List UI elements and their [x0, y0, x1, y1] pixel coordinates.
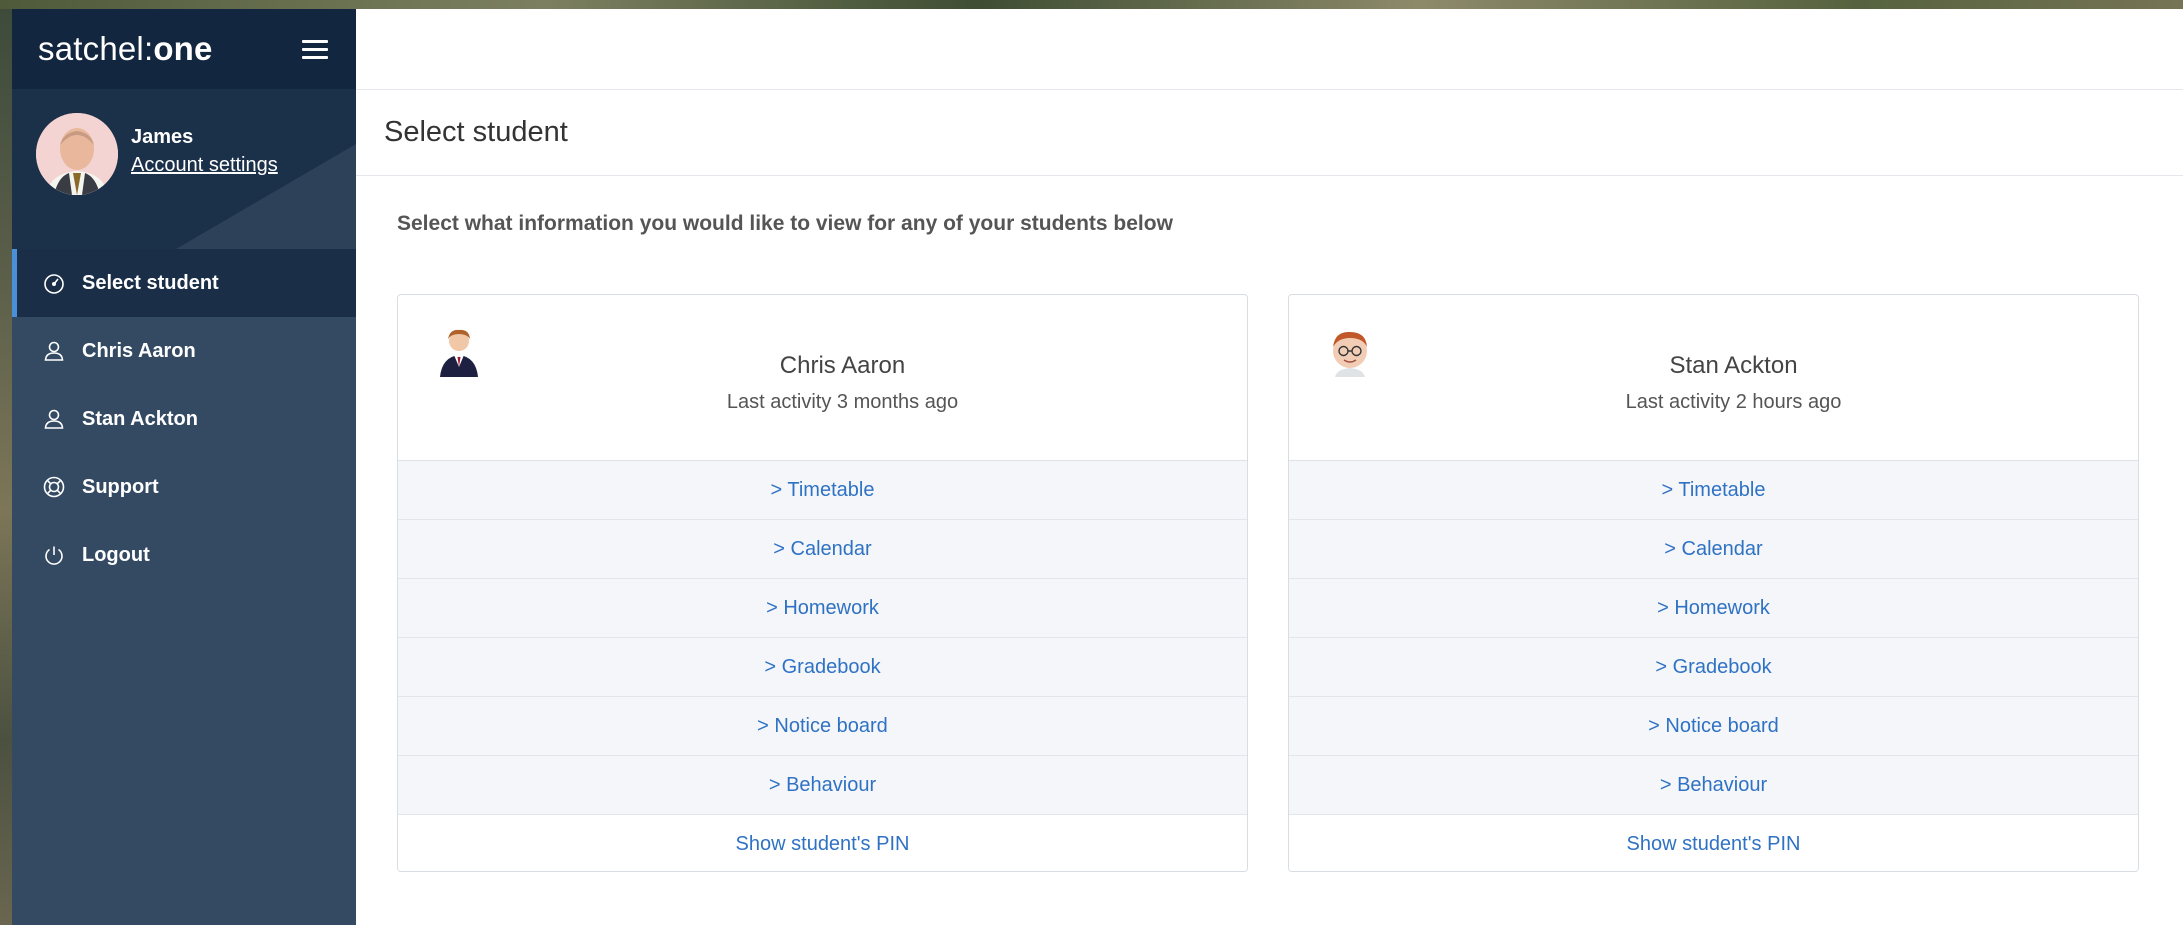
main-content: Select student Select what information y…: [356, 9, 2183, 925]
user-name: James: [131, 126, 194, 148]
student-last-activity: Last activity 2 hours ago: [1625, 391, 1842, 413]
behaviour-link[interactable]: > Behaviour: [398, 756, 1247, 815]
background-photo-top: [0, 0, 2183, 9]
sidebar-item-label: Chris Aaron: [82, 339, 196, 362]
notice-board-link[interactable]: > Notice board: [398, 697, 1247, 756]
student-card-chris-aaron: Chris Aaron Last activity 3 months ago >…: [397, 294, 1248, 872]
lifebuoy-icon: [42, 475, 66, 499]
behaviour-link[interactable]: > Behaviour: [1289, 756, 2138, 815]
brand-bar: satchel:one: [12, 9, 356, 89]
background-photo-left: [0, 0, 12, 925]
menu-toggle-icon[interactable]: [302, 39, 328, 59]
user-icon: [42, 339, 66, 363]
show-pin-link[interactable]: Show student's PIN: [1289, 815, 2138, 871]
student-card-header: Chris Aaron Last activity 3 months ago: [398, 295, 1247, 461]
logo[interactable]: satchel:one: [38, 30, 213, 68]
calendar-link[interactable]: > Calendar: [1289, 520, 2138, 579]
notice-board-link[interactable]: > Notice board: [1289, 697, 2138, 756]
power-icon: [42, 543, 66, 567]
user-icon: [42, 407, 66, 431]
student-card-header: Stan Ackton Last activity 2 hours ago: [1289, 295, 2138, 461]
user-avatar: [36, 113, 118, 195]
sidebar-nav: Select student Chris Aaron Stan Ackton S…: [12, 249, 356, 589]
dashboard-icon: [42, 271, 66, 295]
intro-text: Select what information you would like t…: [397, 212, 1173, 235]
student-name: Stan Ackton: [1669, 352, 1798, 379]
page-header: Select student: [356, 90, 2183, 176]
show-pin-link[interactable]: Show student's PIN: [398, 815, 1247, 871]
page-title: Select student: [384, 116, 568, 148]
sidebar-item-chris-aaron[interactable]: Chris Aaron: [12, 317, 356, 385]
homework-link[interactable]: > Homework: [1289, 579, 2138, 638]
sidebar-item-stan-ackton[interactable]: Stan Ackton: [12, 385, 356, 453]
gradebook-link[interactable]: > Gradebook: [1289, 638, 2138, 697]
calendar-link[interactable]: > Calendar: [398, 520, 1247, 579]
sidebar-item-support[interactable]: Support: [12, 453, 356, 521]
timetable-link[interactable]: > Timetable: [398, 461, 1247, 520]
sidebar-item-label: Support: [82, 475, 159, 498]
top-bar: [356, 9, 2183, 90]
sidebar-item-label: Select student: [82, 271, 219, 294]
sidebar-item-select-student[interactable]: Select student: [12, 249, 356, 317]
student-name: Chris Aaron: [779, 352, 906, 379]
gradebook-link[interactable]: > Gradebook: [398, 638, 1247, 697]
timetable-link[interactable]: > Timetable: [1289, 461, 2138, 520]
account-settings-link[interactable]: Account settings: [131, 154, 278, 177]
student-card-stan-ackton: Stan Ackton Last activity 2 hours ago > …: [1288, 294, 2139, 872]
sidebar-item-label: Logout: [82, 543, 150, 566]
student-last-activity: Last activity 3 months ago: [726, 391, 959, 413]
homework-link[interactable]: > Homework: [398, 579, 1247, 638]
sidebar: satchel:one James Account settings Selec…: [12, 9, 356, 925]
user-panel: James Account settings: [12, 89, 356, 249]
sidebar-item-logout[interactable]: Logout: [12, 521, 356, 589]
sidebar-item-label: Stan Ackton: [82, 407, 198, 430]
